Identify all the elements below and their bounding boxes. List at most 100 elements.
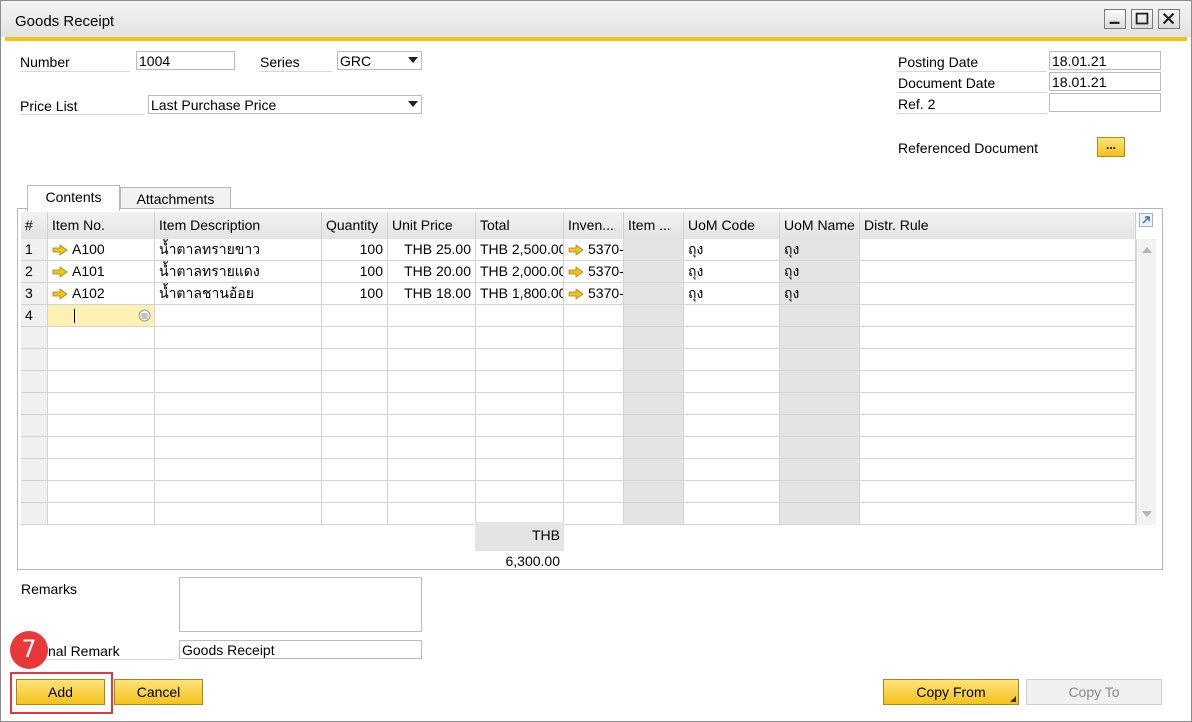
- col-header-item-x[interactable]: Item ...: [624, 212, 684, 239]
- cell-item-no[interactable]: [48, 305, 155, 327]
- cell-distr-rule[interactable]: [860, 393, 1136, 415]
- cell-inventory[interactable]: [564, 305, 624, 327]
- cell-inventory[interactable]: [564, 415, 624, 437]
- cell-inventory[interactable]: 5370-: [564, 261, 624, 283]
- cell-distr-rule[interactable]: [860, 349, 1136, 371]
- cell-uom-name[interactable]: [780, 371, 860, 393]
- link-arrow-icon[interactable]: [568, 244, 584, 257]
- cell-uom-code[interactable]: [684, 349, 780, 371]
- cell-item-x[interactable]: [624, 261, 684, 283]
- cell-distr-rule[interactable]: [860, 371, 1136, 393]
- table-row[interactable]: 4: [21, 305, 1136, 327]
- table-row[interactable]: [21, 437, 1136, 459]
- cell-item-x[interactable]: [624, 415, 684, 437]
- cell-uom-name[interactable]: [780, 503, 860, 525]
- cell-total[interactable]: [476, 349, 564, 371]
- cell-description[interactable]: [155, 371, 322, 393]
- cell-item-no[interactable]: [48, 415, 155, 437]
- cell-distr-rule[interactable]: [860, 437, 1136, 459]
- cell-item-no[interactable]: [48, 393, 155, 415]
- scroll-up-icon[interactable]: [1142, 247, 1152, 253]
- link-arrow-icon[interactable]: [52, 266, 68, 279]
- cell-total[interactable]: THB 2,000.00: [476, 261, 564, 283]
- cell-item-x[interactable]: [624, 349, 684, 371]
- list-picker-icon[interactable]: [138, 309, 151, 322]
- scroll-down-icon[interactable]: [1142, 511, 1152, 517]
- referenced-document-button[interactable]: ...: [1097, 137, 1125, 157]
- cell-item-no[interactable]: A102: [48, 283, 155, 305]
- cell-description[interactable]: น้ำตาลชานอ้อย: [155, 283, 322, 305]
- cell-distr-rule[interactable]: [860, 305, 1136, 327]
- cell-description[interactable]: [155, 503, 322, 525]
- cell-quantity[interactable]: 100: [322, 261, 388, 283]
- cell-quantity[interactable]: [322, 349, 388, 371]
- cell-description[interactable]: [155, 459, 322, 481]
- cell-item-x[interactable]: [624, 503, 684, 525]
- cell-distr-rule[interactable]: [860, 239, 1136, 261]
- cell-quantity[interactable]: [322, 481, 388, 503]
- cell-description[interactable]: [155, 437, 322, 459]
- cell-uom-name[interactable]: [780, 349, 860, 371]
- cell-quantity[interactable]: 100: [322, 239, 388, 261]
- cell-item-x[interactable]: [624, 459, 684, 481]
- cell-description[interactable]: [155, 393, 322, 415]
- cell-distr-rule[interactable]: [860, 415, 1136, 437]
- tab-contents[interactable]: Contents: [27, 185, 120, 211]
- cell-uom-name[interactable]: [780, 481, 860, 503]
- cell-quantity[interactable]: [322, 327, 388, 349]
- cell-description[interactable]: [155, 327, 322, 349]
- cell-quantity[interactable]: [322, 305, 388, 327]
- cell-total[interactable]: [476, 371, 564, 393]
- remarks-field[interactable]: [179, 577, 422, 632]
- cell-unit-price[interactable]: [388, 371, 476, 393]
- cell-description[interactable]: น้ำตาลทรายขาว: [155, 239, 322, 261]
- document-date-field[interactable]: 18.01.21: [1049, 72, 1161, 91]
- cell-uom-code[interactable]: ถุง: [684, 283, 780, 305]
- cell-uom-code[interactable]: [684, 415, 780, 437]
- table-row[interactable]: 2 A101 น้ำตาลทรายแดง 100 THB 20.00 THB 2,000.…: [21, 261, 1136, 283]
- cell-item-no[interactable]: [48, 349, 155, 371]
- cell-uom-name[interactable]: [780, 393, 860, 415]
- cell-item-x[interactable]: [624, 283, 684, 305]
- cell-uom-code[interactable]: [684, 481, 780, 503]
- cell-uom-code[interactable]: [684, 305, 780, 327]
- cell-unit-price[interactable]: THB 20.00: [388, 261, 476, 283]
- expand-icon[interactable]: [1139, 213, 1153, 227]
- journal-remark-field[interactable]: Goods Receipt: [179, 640, 422, 659]
- cell-uom-code[interactable]: [684, 459, 780, 481]
- cell-distr-rule[interactable]: [860, 459, 1136, 481]
- cell-uom-name[interactable]: [780, 305, 860, 327]
- cell-unit-price[interactable]: [388, 415, 476, 437]
- col-header-uom-name[interactable]: UoM Name: [780, 212, 860, 239]
- posting-date-field[interactable]: 18.01.21: [1049, 51, 1161, 70]
- cell-uom-code[interactable]: ถุง: [684, 239, 780, 261]
- grid-vertical-scrollbar[interactable]: [1136, 239, 1156, 525]
- cell-item-x[interactable]: [624, 239, 684, 261]
- cell-uom-name[interactable]: ถุง: [780, 261, 860, 283]
- cell-unit-price[interactable]: [388, 459, 476, 481]
- cell-unit-price[interactable]: THB 25.00: [388, 239, 476, 261]
- maximize-button[interactable]: [1131, 9, 1153, 29]
- link-arrow-icon[interactable]: [568, 288, 584, 301]
- cell-inventory[interactable]: [564, 503, 624, 525]
- cancel-button[interactable]: Cancel: [114, 679, 203, 705]
- cell-inventory[interactable]: [564, 371, 624, 393]
- cell-unit-price[interactable]: [388, 349, 476, 371]
- cell-total[interactable]: THB 1,800.00: [476, 283, 564, 305]
- cell-quantity[interactable]: 100: [322, 283, 388, 305]
- table-row[interactable]: [21, 371, 1136, 393]
- cell-item-x[interactable]: [624, 305, 684, 327]
- cell-distr-rule[interactable]: [860, 481, 1136, 503]
- cell-description[interactable]: น้ำตาลทรายแดง: [155, 261, 322, 283]
- cell-total[interactable]: [476, 437, 564, 459]
- cell-quantity[interactable]: [322, 415, 388, 437]
- cell-total[interactable]: [476, 327, 564, 349]
- cell-item-no[interactable]: [48, 459, 155, 481]
- cell-item-no[interactable]: [48, 371, 155, 393]
- col-header-uom-code[interactable]: UoM Code: [684, 212, 780, 239]
- cell-distr-rule[interactable]: [860, 327, 1136, 349]
- close-button[interactable]: [1158, 9, 1180, 29]
- table-row[interactable]: [21, 503, 1136, 525]
- number-field[interactable]: 1004: [136, 51, 235, 70]
- cell-uom-code[interactable]: [684, 437, 780, 459]
